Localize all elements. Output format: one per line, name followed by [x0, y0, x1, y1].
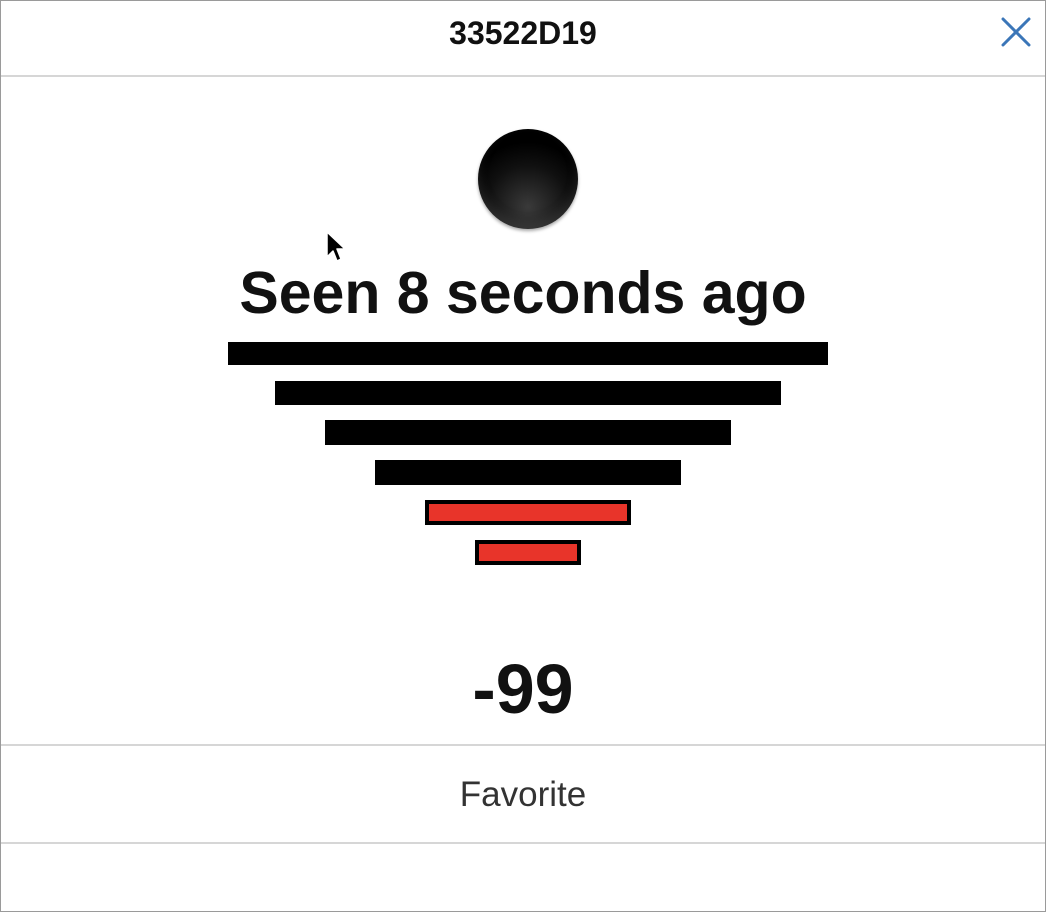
signal-bar-1 [475, 540, 581, 565]
device-title: 33522D19 [449, 15, 597, 51]
signal-bar-2 [425, 500, 631, 525]
signal-bar-6 [228, 342, 828, 365]
device-detail-window: 33522D19 Seen 8 seconds ago -99 Favorite [0, 0, 1046, 912]
divider-bottom [1, 842, 1045, 844]
rssi-value: -99 [472, 650, 574, 728]
signal-bar-5 [275, 381, 781, 405]
divider-top [1, 744, 1045, 746]
favorite-button[interactable]: Favorite [1, 747, 1045, 843]
signal-bar-4 [325, 420, 731, 445]
mouse-pointer-icon [326, 231, 346, 262]
header-bar: 33522D19 [1, 1, 1045, 77]
close-icon[interactable] [999, 15, 1033, 49]
status-dot-icon [478, 129, 578, 229]
last-seen-text: Seen 8 seconds ago [239, 260, 807, 326]
close-button[interactable] [999, 15, 1033, 49]
signal-bar-3 [375, 460, 681, 485]
